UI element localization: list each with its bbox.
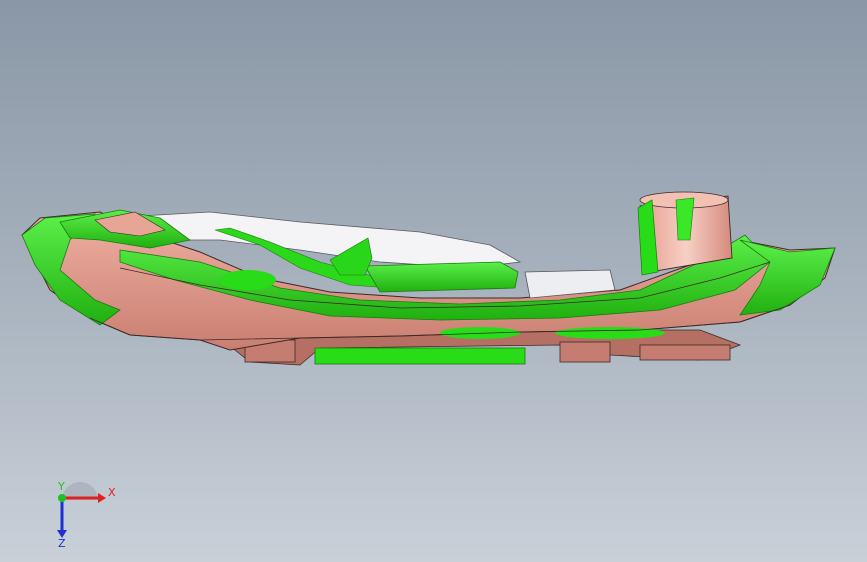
y-axis-label: Y bbox=[57, 480, 65, 493]
coordinate-triad: X Y Z bbox=[57, 480, 116, 548]
insert-green-block bbox=[364, 261, 519, 293]
hull-green-patch-1 bbox=[220, 270, 276, 290]
3d-model-part[interactable] bbox=[0, 0, 867, 562]
y-axis-dot bbox=[58, 494, 66, 502]
x-axis-label: X bbox=[108, 486, 116, 499]
3d-viewport[interactable]: X Y Z bbox=[0, 0, 867, 562]
x-axis-arrow bbox=[98, 493, 106, 503]
hull-green-patch-3 bbox=[555, 327, 665, 339]
z-axis-label: Z bbox=[58, 537, 66, 548]
